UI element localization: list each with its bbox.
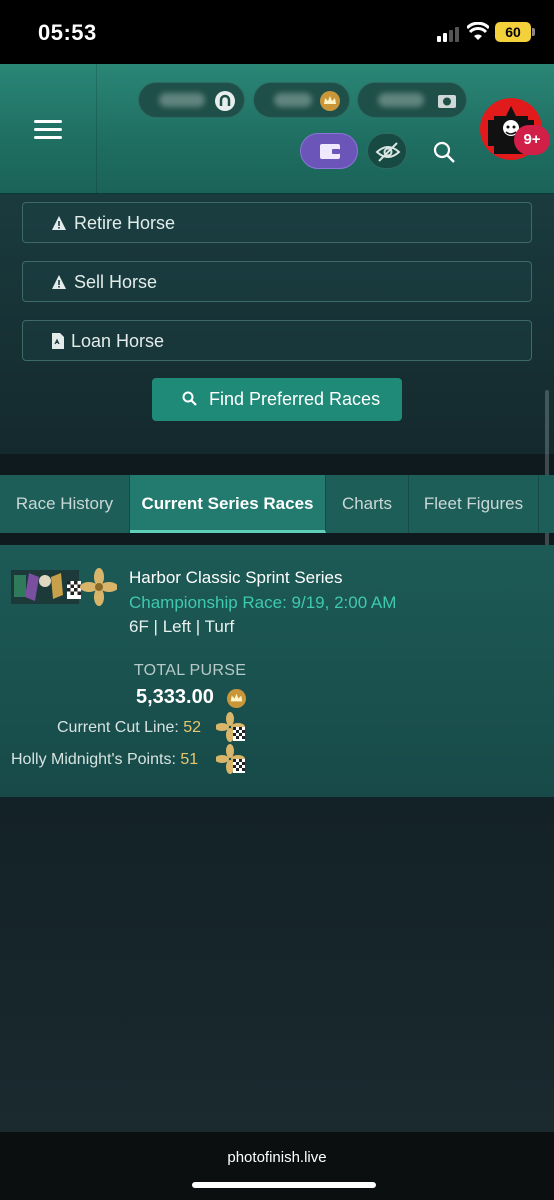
wallet-icon <box>320 144 340 159</box>
horse-points-label: Holly Midnight's Points: <box>11 751 181 768</box>
crown-coin-icon <box>320 91 340 111</box>
series-race-card[interactable]: Harbor Classic Sprint Series Championshi… <box>0 545 554 797</box>
blurred-balance <box>378 93 424 107</box>
horse-actions-panel: Retire Horse Sell Horse Loan Horse Find … <box>0 194 554 454</box>
crown-coin-balance-pill[interactable] <box>253 82 350 118</box>
app-header: 9+ <box>0 64 554 194</box>
status-time: 05:53 <box>38 20 97 45</box>
total-purse-label: TOTAL PURSE <box>133 662 247 679</box>
series-points-icon <box>216 744 245 774</box>
blurred-balance <box>159 93 205 107</box>
tab-fleet-figures[interactable]: Fleet Figures <box>409 475 539 533</box>
wallet-button[interactable] <box>300 133 358 169</box>
retire-horse-button[interactable]: Retire Horse <box>22 202 532 243</box>
document-icon <box>52 333 64 349</box>
loan-horse-button[interactable]: Loan Horse <box>22 320 532 361</box>
race-details: 6F | Left | Turf <box>129 617 235 636</box>
sell-horse-label: Sell Horse <box>74 272 158 292</box>
find-preferred-races-label: Find Preferred Races <box>209 389 381 409</box>
camera-icon <box>438 95 456 108</box>
status-bar: 05:53 60 <box>0 0 554 64</box>
notification-badge[interactable]: 9+ <box>514 125 550 155</box>
race-series-badge-icon <box>11 568 117 606</box>
warning-icon <box>52 275 66 289</box>
header-divider <box>96 64 97 194</box>
tab-race-history[interactable]: Race History <box>0 475 130 533</box>
eye-off-icon <box>375 142 401 162</box>
browser-address-bar[interactable]: photofinish.live <box>0 1132 554 1200</box>
horseshoe-icon <box>215 91 235 111</box>
hide-balance-button[interactable] <box>367 133 407 169</box>
championship-race-date: Championship Race: 9/19, 2:00 AM <box>129 593 397 612</box>
retire-horse-label: Retire Horse <box>74 213 176 233</box>
cellular-signal-icon <box>437 26 463 42</box>
home-indicator[interactable] <box>192 1182 376 1188</box>
battery-indicator: 60 <box>495 22 535 42</box>
series-points-icon <box>216 712 245 742</box>
warning-icon <box>52 216 66 230</box>
total-purse-value: 5,333.00 <box>136 686 214 708</box>
magnifier-icon <box>182 391 197 406</box>
cut-line-label: Current Cut Line: <box>57 719 184 736</box>
loan-horse-label: Loan Horse <box>71 331 165 351</box>
find-preferred-races-button[interactable]: Find Preferred Races <box>152 378 402 421</box>
camera-balance-pill[interactable] <box>357 82 467 118</box>
tab-charts[interactable]: Charts <box>326 475 409 533</box>
race-series-title: Harbor Classic Sprint Series <box>129 568 343 587</box>
crown-coin-icon <box>226 688 247 709</box>
cut-line-value: 52 <box>183 719 202 736</box>
wifi-icon <box>467 22 489 40</box>
tab-bar: Race History Current Series Races Charts… <box>0 475 554 533</box>
horse-points-value: 51 <box>180 751 199 768</box>
menu-button[interactable] <box>34 120 62 140</box>
tab-current-series-races[interactable]: Current Series Races <box>130 475 326 533</box>
horse-points-row: Holly Midnight's Points: 51 <box>11 751 198 769</box>
blurred-balance <box>274 93 312 107</box>
url-text: photofinish.live <box>227 1149 327 1166</box>
background-area <box>0 797 554 1132</box>
hamburger-icon <box>34 120 62 123</box>
search-icon[interactable] <box>431 139 457 165</box>
cut-line-row: Current Cut Line: 52 <box>57 719 201 737</box>
sell-horse-button[interactable]: Sell Horse <box>22 261 532 302</box>
horseshoe-balance-pill[interactable] <box>138 82 245 118</box>
